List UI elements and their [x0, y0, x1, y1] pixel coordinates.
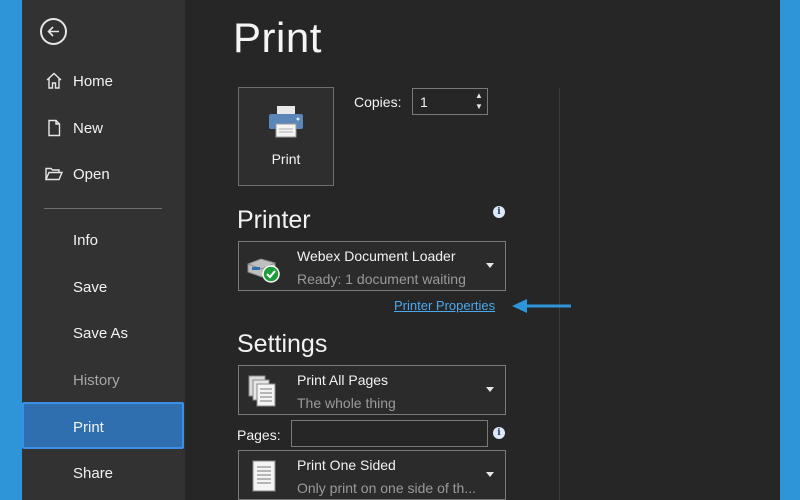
printer-status: Ready: 1 document waiting [297, 271, 466, 287]
sidebar-item-print[interactable]: Print [22, 402, 184, 449]
home-icon [46, 72, 62, 89]
backstage-sidebar: Home New Open Info Save Save As History [22, 0, 185, 500]
info-icon[interactable]: i [493, 206, 505, 218]
chevron-down-icon [486, 387, 494, 392]
printer-ready-icon [247, 258, 280, 283]
pages-input[interactable] [291, 420, 488, 447]
printer-properties-link[interactable]: Printer Properties [394, 298, 495, 313]
sidebar-item-label: Print [73, 419, 104, 436]
sidebar-item-label: History [73, 372, 120, 389]
folder-open-icon [44, 167, 64, 181]
sidebar-item-home[interactable]: Home [22, 59, 185, 106]
pages-stack-icon [248, 375, 276, 407]
printer-dropdown[interactable]: Webex Document Loader Ready: 1 document … [238, 241, 506, 291]
backstage-window: Home New Open Info Save Save As History [22, 0, 780, 500]
sidebar-item-save-as[interactable]: Save As [22, 311, 185, 358]
printer-name: Webex Document Loader [297, 248, 456, 264]
print-button-label: Print [271, 151, 301, 167]
sidebar-item-new[interactable]: New [22, 106, 185, 153]
chevron-down-icon [486, 472, 494, 477]
printer-heading: Printer [237, 206, 311, 234]
sidebar-item-history[interactable]: History [22, 358, 185, 405]
info-icon[interactable]: i [493, 427, 505, 439]
decrement-icon[interactable]: ▼ [472, 101, 486, 113]
sides-dropdown[interactable]: Print One Sided Only print on one side o… [238, 450, 506, 500]
sidebar-item-info[interactable]: Info [22, 218, 185, 265]
sidebar-item-label: Info [73, 232, 99, 249]
sides-description: Only print on one side of th... [297, 480, 476, 496]
preview-divider [559, 88, 560, 500]
sidebar-item-label: Save [73, 279, 108, 296]
sidebar-item-save[interactable]: Save [22, 265, 185, 312]
copies-stepper[interactable]: 1 ▲ ▼ [412, 88, 488, 115]
print-range-value: Print All Pages [297, 372, 389, 388]
print-range-dropdown[interactable]: Print All Pages The whole thing [238, 365, 506, 415]
back-button[interactable] [40, 18, 67, 45]
printer-icon [269, 106, 303, 138]
settings-heading: Settings [237, 330, 328, 358]
chevron-down-icon [486, 263, 494, 268]
copies-value: 1 [420, 94, 428, 110]
sidebar-item-label: Save As [73, 325, 129, 342]
sidebar-item-open[interactable]: Open [22, 152, 185, 199]
sidebar-item-label: Open [73, 166, 110, 183]
single-page-icon [252, 460, 276, 492]
arrow-left-callout-icon [512, 299, 571, 313]
sides-value: Print One Sided [297, 457, 396, 473]
page-title: Print [233, 14, 322, 61]
sidebar-item-label: New [73, 120, 104, 137]
arrow-left-icon [47, 26, 59, 37]
sidebar-divider [44, 208, 162, 209]
sidebar-item-share[interactable]: Share [22, 451, 185, 498]
sidebar-item-label: Share [73, 465, 114, 482]
copies-label: Copies: [354, 94, 402, 110]
print-range-description: The whole thing [297, 395, 396, 411]
document-icon [48, 119, 61, 137]
print-button[interactable]: Print [238, 87, 334, 186]
pages-label: Pages: [237, 427, 281, 443]
sidebar-item-label: Home [73, 73, 114, 90]
